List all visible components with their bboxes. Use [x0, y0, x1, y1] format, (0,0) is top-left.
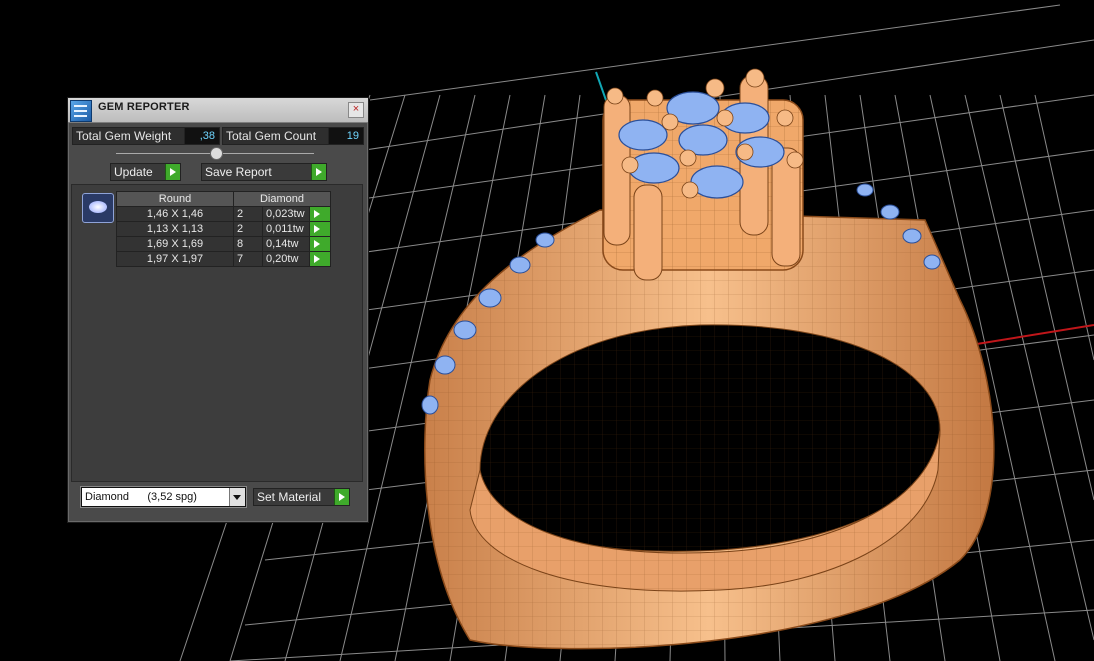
row-action-button[interactable]	[309, 251, 331, 267]
total-gem-count-value: 19	[328, 127, 364, 145]
play-arrow-icon	[311, 164, 326, 180]
play-arrow-icon	[165, 164, 180, 180]
gem-weight-cell: 0,023tw	[262, 206, 310, 222]
gem-table: Round Diamond 1,46 X 1,46 2 0,023tw 1,13…	[116, 191, 331, 267]
table-row: 1,13 X 1,13 2 0,011tw	[116, 221, 331, 237]
set-material-button-label: Set Material	[257, 490, 322, 504]
row-action-button[interactable]	[309, 221, 331, 237]
gem-count-cell: 8	[233, 236, 263, 252]
total-gem-weight-label: Total Gem Weight	[72, 127, 186, 145]
gem-weight-cell: 0,011tw	[262, 221, 310, 237]
set-material-button[interactable]: Set Material	[253, 488, 350, 506]
gem-weight-cell: 0,14tw	[262, 236, 310, 252]
play-arrow-icon	[314, 255, 320, 263]
gem-size-cell: 1,69 X 1,69	[116, 236, 234, 252]
play-arrow-icon	[314, 210, 320, 218]
table-row: 1,97 X 1,97 7 0,20tw	[116, 251, 331, 267]
row-action-button[interactable]	[309, 236, 331, 252]
panel-titlebar[interactable]: GEM REPORTER ×	[68, 98, 368, 123]
update-button-label: Update	[114, 165, 153, 179]
column-header-shape: Round	[116, 191, 234, 207]
slider-handle[interactable]	[210, 147, 223, 160]
close-icon[interactable]: ×	[348, 102, 364, 118]
gem-size-cell: 1,97 X 1,97	[116, 251, 234, 267]
material-select-value: Diamond (3,52 spg)	[85, 491, 197, 503]
update-button[interactable]: Update	[110, 163, 181, 181]
save-report-button[interactable]: Save Report	[201, 163, 327, 181]
gem-size-cell: 1,46 X 1,46	[116, 206, 234, 222]
material-select[interactable]: Diamond (3,52 spg)	[81, 487, 246, 507]
gem-weight-cell: 0,20tw	[262, 251, 310, 267]
table-row: 1,69 X 1,69 8 0,14tw	[116, 236, 331, 252]
play-arrow-icon	[314, 225, 320, 233]
save-report-button-label: Save Report	[205, 165, 272, 179]
total-gem-weight-value: ,38	[184, 127, 220, 145]
gem-report-area: Round Diamond 1,46 X 1,46 2 0,023tw 1,13…	[71, 184, 363, 482]
gem-reporter-app-icon	[70, 100, 92, 122]
play-arrow-icon	[334, 489, 349, 505]
chevron-down-icon[interactable]	[229, 488, 245, 506]
table-header-row: Round Diamond	[116, 191, 331, 207]
round-gem-icon[interactable]	[82, 193, 114, 223]
gem-count-cell: 2	[233, 206, 263, 222]
panel-title: GEM REPORTER	[98, 101, 190, 113]
gem-size-cell: 1,13 X 1,13	[116, 221, 234, 237]
table-row: 1,46 X 1,46 2 0,023tw	[116, 206, 331, 222]
ring-model[interactable]	[421, 68, 995, 650]
total-gem-count-label: Total Gem Count	[222, 127, 330, 145]
gem-count-cell: 7	[233, 251, 263, 267]
row-action-button[interactable]	[309, 206, 331, 222]
column-header-material: Diamond	[233, 191, 331, 207]
gem-count-cell: 2	[233, 221, 263, 237]
play-arrow-icon	[314, 240, 320, 248]
gem-reporter-panel: GEM REPORTER × Total Gem Weight ,38 Tota…	[67, 97, 369, 523]
